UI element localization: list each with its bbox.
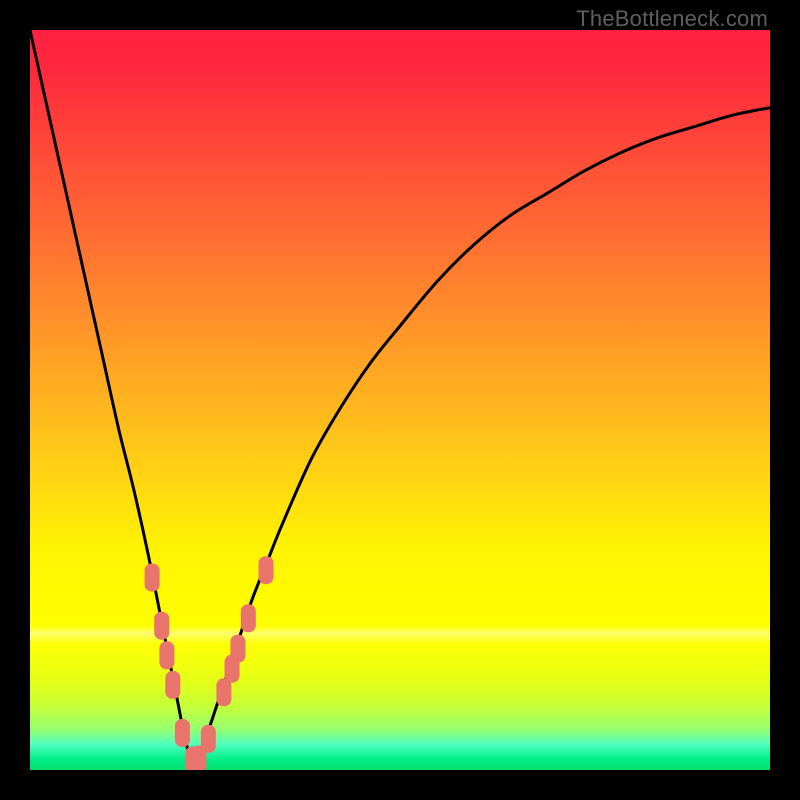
marker-point: [145, 564, 160, 592]
marker-point: [259, 556, 274, 584]
marker-point: [165, 671, 180, 699]
outer-frame: TheBottleneck.com: [0, 0, 800, 800]
marker-point: [216, 678, 231, 706]
marker-point: [175, 719, 190, 747]
plot-area: [30, 30, 770, 770]
marker-point: [230, 635, 245, 663]
chart-svg: [30, 30, 770, 770]
bottleneck-curve: [30, 30, 770, 763]
marker-point: [201, 725, 216, 753]
markers-group: [145, 556, 274, 770]
watermark-text: TheBottleneck.com: [576, 6, 768, 32]
marker-point: [154, 612, 169, 640]
marker-point: [159, 641, 174, 669]
marker-point: [241, 604, 256, 632]
